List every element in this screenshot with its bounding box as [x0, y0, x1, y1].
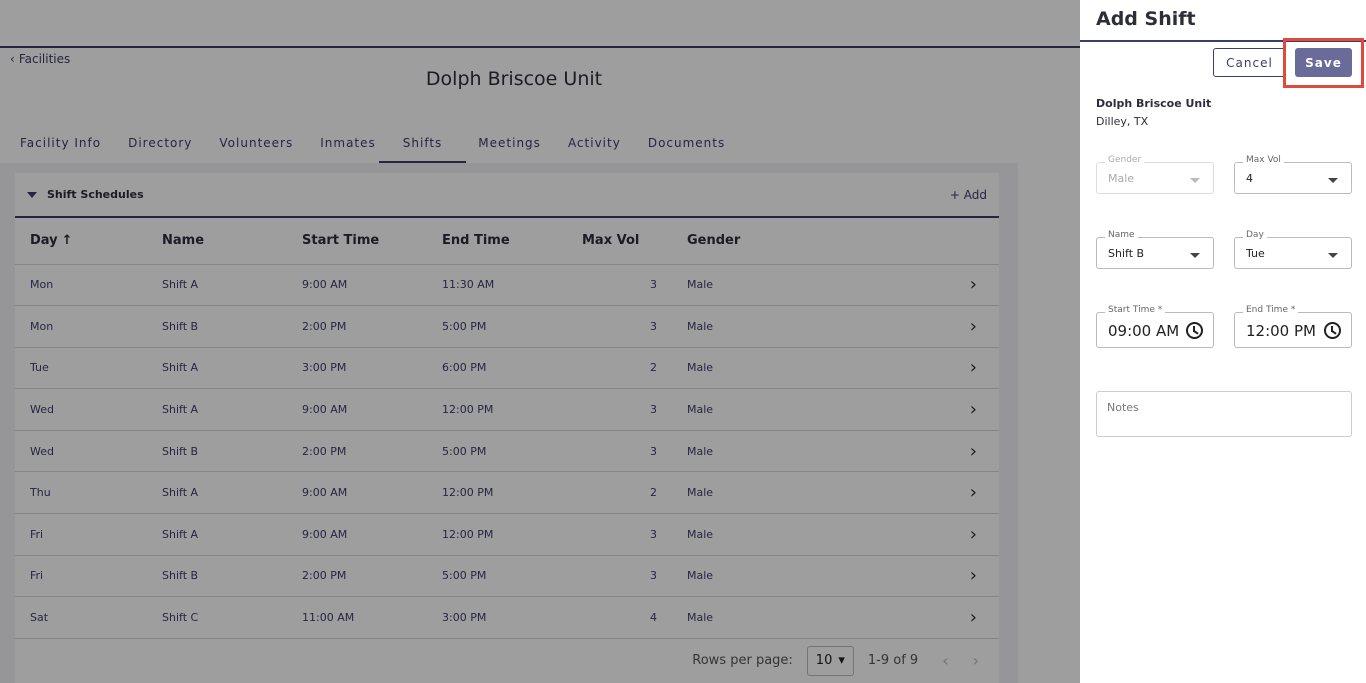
- end-time-label: End Time *: [1243, 305, 1299, 315]
- notes-textarea[interactable]: Notes: [1096, 391, 1352, 437]
- name-label: Name: [1105, 230, 1138, 240]
- save-button[interactable]: Save: [1295, 48, 1352, 77]
- chevron-down-icon: [1190, 178, 1200, 183]
- end-time-value: 12:00 PM: [1246, 322, 1316, 340]
- end-time-input[interactable]: End Time * 12:00 PM: [1234, 305, 1352, 348]
- drawer-facility-name: Dolph Briscoe Unit: [1096, 97, 1212, 110]
- start-time-value: 09:00 AM: [1108, 322, 1178, 340]
- notes-placeholder: Notes: [1107, 401, 1139, 414]
- day-value: Tue: [1246, 247, 1265, 260]
- modal-backdrop[interactable]: [0, 0, 1080, 683]
- drawer-facility-location: Dilley, TX: [1096, 115, 1149, 128]
- day-select[interactable]: Day Tue: [1234, 230, 1352, 269]
- max-vol-select[interactable]: Max Vol 4: [1234, 155, 1352, 194]
- day-label: Day: [1243, 230, 1267, 240]
- chevron-down-icon: [1328, 253, 1338, 258]
- name-select[interactable]: Name Shift B: [1096, 230, 1214, 269]
- name-value: Shift B: [1108, 247, 1145, 260]
- add-shift-drawer: Add Shift Cancel Save Dolph Briscoe Unit…: [1080, 0, 1366, 683]
- clock-icon[interactable]: [1186, 322, 1203, 339]
- gender-value: Male: [1108, 172, 1135, 185]
- chevron-down-icon: [1328, 178, 1338, 183]
- drawer-title: Add Shift: [1080, 0, 1366, 42]
- start-time-label: Start Time *: [1105, 305, 1166, 315]
- chevron-down-icon: [1190, 253, 1200, 258]
- gender-label: Gender: [1105, 155, 1145, 165]
- gender-select: Gender Male: [1096, 155, 1214, 194]
- max-vol-value: 4: [1246, 172, 1253, 185]
- cancel-button[interactable]: Cancel: [1213, 48, 1286, 77]
- start-time-input[interactable]: Start Time * 09:00 AM: [1096, 305, 1214, 348]
- max-vol-label: Max Vol: [1243, 155, 1284, 165]
- clock-icon[interactable]: [1324, 322, 1341, 339]
